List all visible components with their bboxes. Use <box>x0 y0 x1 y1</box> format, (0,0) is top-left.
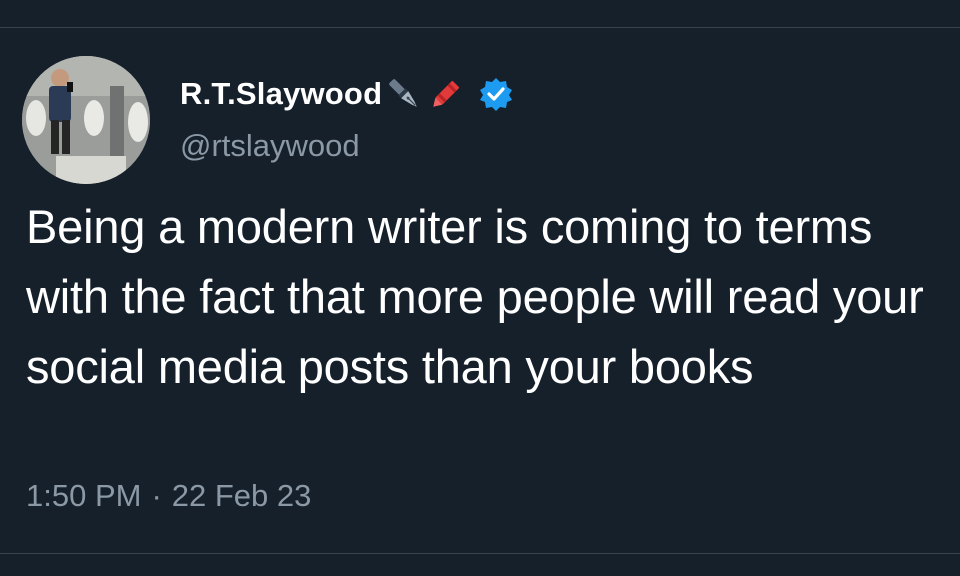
tweet-body: Being a modern writer is coming to terms… <box>26 200 924 393</box>
crayon-emoji-icon <box>426 74 466 114</box>
author-name-row: R.T.Slaywood <box>180 74 514 114</box>
tweet-timestamp[interactable]: 1:50 PM · 22 Feb 23 <box>26 478 311 514</box>
meta-separator: · <box>151 478 162 513</box>
bottom-divider <box>0 553 960 554</box>
fountain-pen-emoji-icon <box>384 74 424 114</box>
avatar-photo <box>22 56 150 184</box>
tweet-date: 22 Feb 23 <box>171 478 312 513</box>
tweet-time: 1:50 PM <box>26 478 142 513</box>
display-name[interactable]: R.T.Slaywood <box>180 76 382 112</box>
verified-badge-icon <box>478 76 514 112</box>
avatar[interactable] <box>22 56 150 184</box>
author-handle[interactable]: @rtslaywood <box>180 128 360 164</box>
top-divider <box>0 27 960 28</box>
